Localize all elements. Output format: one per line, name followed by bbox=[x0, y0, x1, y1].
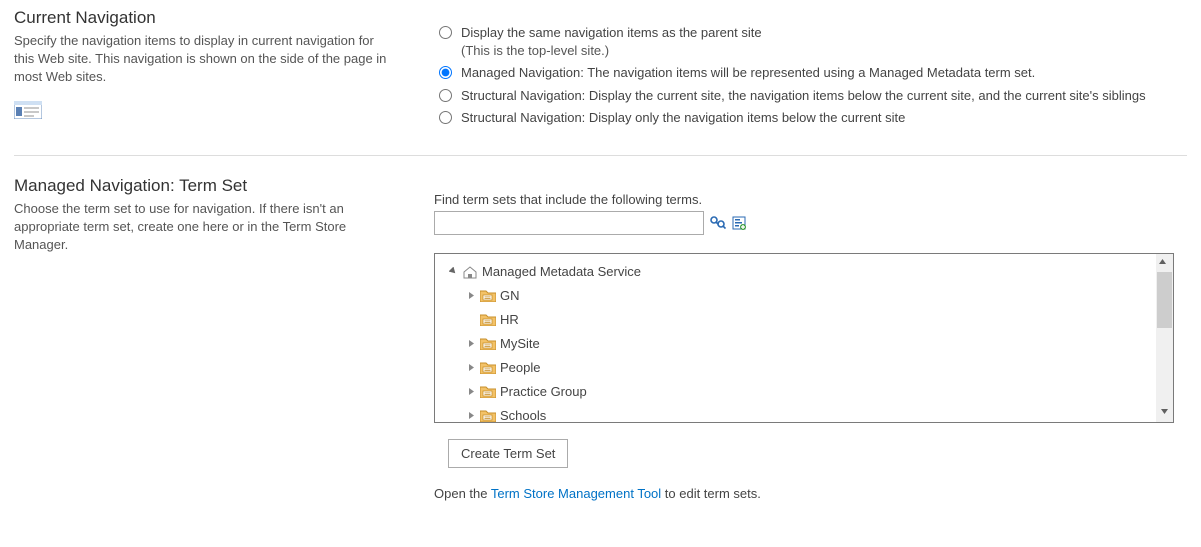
expander-icon[interactable] bbox=[467, 339, 476, 348]
termgroup-icon bbox=[480, 337, 496, 350]
tree-node-gn-label: GN bbox=[500, 288, 520, 303]
termset-leftcol: Managed Navigation: Term Set Choose the … bbox=[14, 176, 414, 501]
nav-option-struct1-label: Structural Navigation: Display the curre… bbox=[461, 87, 1146, 105]
termgroup-icon bbox=[480, 289, 496, 302]
tree-node-mysite[interactable]: MySite bbox=[443, 332, 1165, 356]
find-termsets-label: Find term sets that include the followin… bbox=[434, 192, 1187, 207]
expander-collapse-icon[interactable] bbox=[449, 267, 458, 276]
expander-spacer bbox=[467, 315, 476, 324]
open-term-store-line: Open the Term Store Management Tool to e… bbox=[434, 486, 1187, 501]
tree-node-hr-label: HR bbox=[500, 312, 519, 327]
current-navigation-options: Display the same navigation items as the… bbox=[434, 8, 1187, 131]
scroll-down-icon[interactable] bbox=[1159, 406, 1170, 420]
find-termsets-row bbox=[434, 211, 1187, 235]
termgroup-icon bbox=[480, 361, 496, 374]
find-search-icon[interactable] bbox=[710, 216, 726, 230]
current-navigation-title: Current Navigation bbox=[14, 8, 394, 28]
tree-node-gn[interactable]: GN bbox=[443, 284, 1165, 308]
termset-tree: Managed Metadata Service GN HR MySite bbox=[434, 253, 1174, 423]
tree-node-practice-group[interactable]: Practice Group bbox=[443, 380, 1165, 404]
nav-option-managed-label: Managed Navigation: The navigation items… bbox=[461, 64, 1035, 82]
metadata-service-icon bbox=[462, 265, 478, 279]
tree-node-mysite-label: MySite bbox=[500, 336, 540, 351]
expander-icon[interactable] bbox=[467, 387, 476, 396]
tree-root-row[interactable]: Managed Metadata Service bbox=[443, 260, 1165, 284]
expander-icon[interactable] bbox=[467, 363, 476, 372]
tree-scrollbar[interactable] bbox=[1156, 254, 1173, 422]
expander-icon[interactable] bbox=[467, 291, 476, 300]
tree-node-people-label: People bbox=[500, 360, 540, 375]
nav-option-same-label: Display the same navigation items as the… bbox=[461, 25, 762, 40]
nav-option-same-sub: (This is the top-level site.) bbox=[461, 42, 762, 60]
tree-node-schools[interactable]: Schools bbox=[443, 404, 1165, 423]
termgroup-icon bbox=[480, 385, 496, 398]
nav-option-struct1-radio[interactable] bbox=[439, 89, 452, 102]
find-add-icon[interactable] bbox=[732, 216, 746, 230]
find-termsets-input[interactable] bbox=[434, 211, 704, 235]
tree-node-practice-group-label: Practice Group bbox=[500, 384, 587, 399]
term-store-management-link[interactable]: Term Store Management Tool bbox=[491, 486, 661, 501]
nav-option-same[interactable]: Display the same navigation items as the… bbox=[434, 24, 1187, 60]
expander-icon[interactable] bbox=[467, 411, 476, 420]
termgroup-icon bbox=[480, 409, 496, 422]
create-term-set-button[interactable]: Create Term Set bbox=[448, 439, 568, 468]
scroll-up-icon[interactable] bbox=[1157, 256, 1172, 270]
nav-option-struct2-label: Structural Navigation: Display only the … bbox=[461, 109, 905, 127]
termset-desc: Choose the term set to use for navigatio… bbox=[14, 200, 394, 255]
termset-title: Managed Navigation: Term Set bbox=[14, 176, 394, 196]
nav-option-struct2-radio[interactable] bbox=[439, 111, 452, 124]
open-term-store-suffix: to edit term sets. bbox=[661, 486, 761, 501]
current-navigation-leftcol: Current Navigation Specify the navigatio… bbox=[14, 8, 414, 131]
termgroup-icon bbox=[480, 313, 496, 326]
navigation-layout-icon bbox=[14, 101, 42, 122]
nav-option-managed[interactable]: Managed Navigation: The navigation items… bbox=[434, 64, 1187, 82]
nav-option-struct2[interactable]: Structural Navigation: Display only the … bbox=[434, 109, 1187, 127]
nav-option-struct1[interactable]: Structural Navigation: Display the curre… bbox=[434, 87, 1187, 105]
termset-rightcol: Find term sets that include the followin… bbox=[434, 176, 1187, 501]
tree-root-label: Managed Metadata Service bbox=[482, 264, 641, 279]
nav-option-managed-radio[interactable] bbox=[439, 66, 452, 79]
current-navigation-desc: Specify the navigation items to display … bbox=[14, 32, 394, 87]
scroll-thumb[interactable] bbox=[1157, 272, 1172, 328]
tree-node-people[interactable]: People bbox=[443, 356, 1165, 380]
termset-section: Managed Navigation: Term Set Choose the … bbox=[14, 155, 1187, 525]
tree-node-schools-label: Schools bbox=[500, 408, 546, 423]
nav-option-same-radio[interactable] bbox=[439, 26, 452, 39]
open-term-store-prefix: Open the bbox=[434, 486, 491, 501]
tree-node-hr[interactable]: HR bbox=[443, 308, 1165, 332]
current-navigation-section: Current Navigation Specify the navigatio… bbox=[14, 8, 1187, 155]
